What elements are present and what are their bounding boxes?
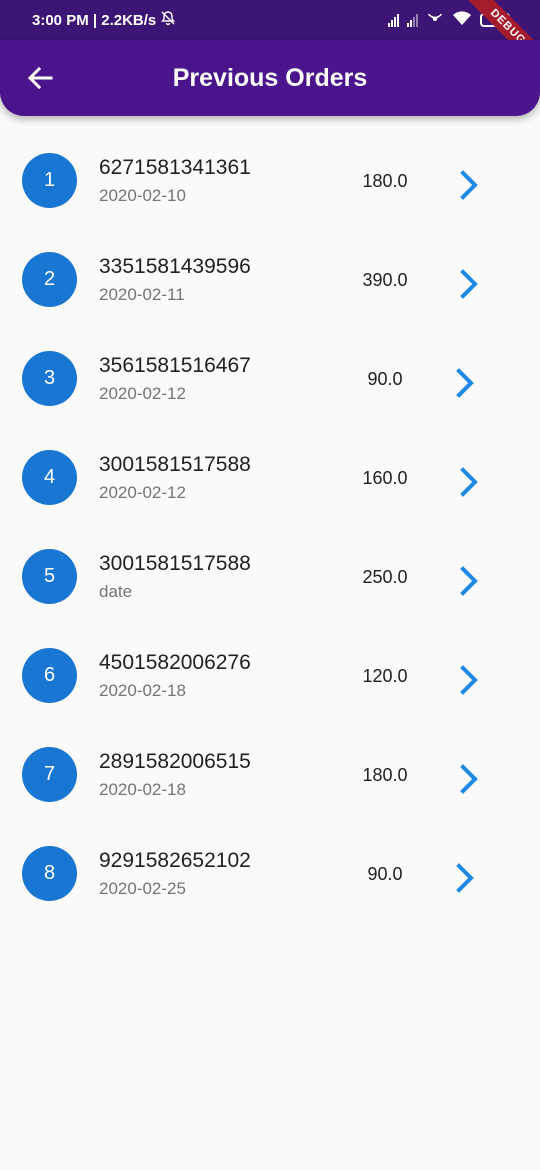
chevron-right-icon[interactable] (451, 862, 479, 894)
status-left: 3:00 PM | 2.2KB/s (32, 10, 176, 30)
page-title: Previous Orders (172, 63, 368, 92)
order-amount: 120.0 (362, 666, 408, 686)
app-bar: Previous Orders (0, 40, 540, 116)
signal-icon (388, 13, 399, 27)
order-index-avatar: 2 (22, 252, 77, 307)
order-amount: 390.0 (362, 270, 408, 290)
order-amount: 180.0 (362, 765, 408, 785)
chevron-right-icon[interactable] (455, 565, 483, 597)
order-index-avatar: 1 (22, 153, 77, 208)
order-row[interactable]: 2 3351581439596 2020-02-11 390.0 (0, 230, 540, 329)
order-row[interactable]: 3 3561581516467 2020-02-12 90.0 (0, 329, 540, 428)
order-list: 1 6271581341361 2020-02-10 180.0 2 3351581439… (0, 131, 540, 923)
order-date: 2020-02-12 (99, 384, 186, 403)
order-amount: 90.0 (367, 369, 403, 389)
order-id: 2891582006515 (99, 750, 251, 773)
order-row[interactable]: 7 2891582006515 2020-02-18 180.0 (0, 725, 540, 824)
order-date: 2020-02-25 (99, 879, 186, 898)
order-row[interactable]: 8 9291582652102 2020-02-25 90.0 (0, 824, 540, 923)
order-date: 2020-02-18 (99, 681, 186, 700)
order-id: 4501582006276 (99, 651, 251, 674)
order-amount: 90.0 (367, 864, 403, 884)
chevron-right-icon[interactable] (455, 763, 483, 795)
order-amount: 160.0 (362, 468, 408, 488)
battery-icon: 87 (480, 13, 510, 27)
order-id: 3001581517588 (99, 552, 251, 575)
order-index-avatar: 6 (22, 648, 77, 703)
chevron-right-icon[interactable] (455, 169, 483, 201)
status-bar: 3:00 PM | 2.2KB/s 87 (0, 0, 540, 40)
order-id: 3351581439596 (99, 255, 251, 278)
order-date: 2020-02-18 (99, 780, 186, 799)
order-id: 6271581341361 (99, 156, 251, 179)
chevron-right-icon[interactable] (451, 367, 479, 399)
chevron-right-icon[interactable] (455, 268, 483, 300)
order-id: 9291582652102 (99, 849, 251, 872)
order-index-avatar: 3 (22, 351, 77, 406)
order-amount: 180.0 (362, 171, 408, 191)
order-index-avatar: 5 (22, 549, 77, 604)
arrow-left-icon (27, 66, 53, 90)
order-row[interactable]: 5 3001581517588 date 250.0 (0, 527, 540, 626)
order-row[interactable]: 6 4501582006276 2020-02-18 120.0 (0, 626, 540, 725)
status-right: 87 (388, 10, 510, 30)
order-date: 2020-02-10 (99, 186, 186, 205)
wifi-icon (452, 10, 472, 30)
order-amount: 250.0 (362, 567, 408, 587)
order-id: 3001581517588 (99, 453, 251, 476)
status-time-speed: 3:00 PM | 2.2KB/s (32, 11, 157, 29)
order-index-avatar: 7 (22, 747, 77, 802)
order-date: date (99, 582, 133, 601)
order-index-avatar: 8 (22, 846, 77, 901)
back-button[interactable] (24, 62, 56, 94)
order-date: 2020-02-12 (99, 483, 186, 502)
alarm-off-icon (160, 10, 176, 30)
order-row[interactable]: 1 6271581341361 2020-02-10 180.0 (0, 131, 540, 230)
signal-2-icon (407, 13, 418, 27)
chevron-right-icon[interactable] (455, 664, 483, 696)
order-index-avatar: 4 (22, 450, 77, 505)
chevron-right-icon[interactable] (455, 466, 483, 498)
hotspot-icon (426, 10, 444, 30)
order-row[interactable]: 4 3001581517588 2020-02-12 160.0 (0, 428, 540, 527)
order-date: 2020-02-11 (99, 285, 185, 304)
order-id: 3561581516467 (99, 354, 251, 377)
